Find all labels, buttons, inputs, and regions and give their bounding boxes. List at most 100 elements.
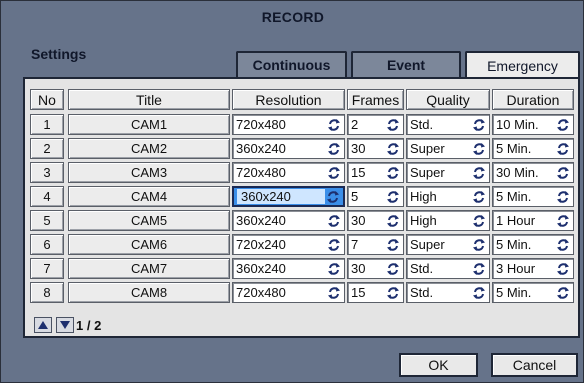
spin-cycle-icon[interactable]: [325, 189, 341, 205]
row-2-frames-field[interactable]: 30: [347, 138, 404, 159]
spin-cycle-icon[interactable]: [326, 237, 342, 253]
row-7-resolution-field[interactable]: 360x240: [232, 258, 345, 279]
row-8-duration-field[interactable]: 5 Min.: [492, 282, 574, 303]
tab-emergency-label: Emergency: [487, 57, 558, 74]
row-6-quality-field[interactable]: Super: [406, 234, 490, 255]
spin-cycle-icon[interactable]: [385, 117, 401, 133]
row-8-quality-field[interactable]: Std.: [406, 282, 490, 303]
row-7-title[interactable]: CAM7: [68, 258, 230, 279]
row-1-quality-field[interactable]: Std.: [406, 114, 490, 135]
row-5-duration-cell: 1 Hour: [496, 213, 555, 228]
row-4-title[interactable]: CAM4: [68, 186, 230, 207]
row-6-resolution-field[interactable]: 720x240: [232, 234, 345, 255]
spin-cycle-icon[interactable]: [326, 117, 342, 133]
spin-cycle-icon[interactable]: [385, 141, 401, 157]
spin-cycle-icon[interactable]: [555, 213, 571, 229]
row-4-duration-field[interactable]: 5 Min.: [492, 186, 574, 207]
row-7-frames-field[interactable]: 30: [347, 258, 404, 279]
spin-cycle-icon[interactable]: [555, 141, 571, 157]
spin-cycle-icon[interactable]: [326, 261, 342, 277]
ok-button[interactable]: OK: [399, 353, 478, 377]
row-7-quality-field[interactable]: Std.: [406, 258, 490, 279]
spin-cycle-icon[interactable]: [326, 213, 342, 229]
row-5-no: 5: [30, 210, 64, 231]
row-2-quality-field[interactable]: Super: [406, 138, 490, 159]
row-8-title[interactable]: CAM8: [68, 282, 230, 303]
row-1-title[interactable]: CAM1: [68, 114, 230, 135]
spin-cycle-icon[interactable]: [385, 285, 401, 301]
row-5-quality-field[interactable]: High: [406, 210, 490, 231]
row-2-duration-field[interactable]: 5 Min.: [492, 138, 574, 159]
row-3-resolution-field[interactable]: 720x480: [232, 162, 345, 183]
tab-event[interactable]: Event: [351, 51, 461, 77]
row-1-duration-field[interactable]: 10 Min.: [492, 114, 574, 135]
row-6-title[interactable]: CAM6: [68, 234, 230, 255]
row-8-no-text: 8: [43, 285, 51, 300]
spin-cycle-icon[interactable]: [471, 141, 487, 157]
row-2-title[interactable]: CAM2: [68, 138, 230, 159]
spin-cycle-icon[interactable]: [471, 213, 487, 229]
row-6-no: 6: [30, 234, 64, 255]
spin-cycle-icon[interactable]: [471, 117, 487, 133]
spin-cycle-icon[interactable]: [471, 285, 487, 301]
row-3-title[interactable]: CAM3: [68, 162, 230, 183]
row-8-frames-field[interactable]: 15: [347, 282, 404, 303]
row-7-no-text: 7: [43, 261, 51, 276]
row-6-duration-value: 5 Min.: [496, 237, 532, 252]
row-2-resolution-value: 360x240: [236, 141, 286, 156]
row-6-frames-field[interactable]: 7: [347, 234, 404, 255]
row-5-duration-field[interactable]: 1 Hour: [492, 210, 574, 231]
spin-cycle-icon[interactable]: [326, 141, 342, 157]
row-2-duration-cell: 5 Min.: [496, 141, 555, 156]
row-3-duration-field[interactable]: 30 Min.: [492, 162, 574, 183]
row-1-frames-field[interactable]: 2: [347, 114, 404, 135]
row-3-frames-field[interactable]: 15: [347, 162, 404, 183]
row-4-quality-field[interactable]: High: [406, 186, 490, 207]
spin-cycle-icon[interactable]: [326, 165, 342, 181]
row-2-frames-cell: 30: [351, 141, 385, 156]
column-header-duration: Duration: [492, 89, 574, 110]
row-8-duration-value: 5 Min.: [496, 285, 532, 300]
row-7-duration-field[interactable]: 3 Hour: [492, 258, 574, 279]
cancel-button[interactable]: Cancel: [491, 353, 578, 377]
row-4-frames-field[interactable]: 5: [347, 186, 404, 207]
spin-cycle-icon[interactable]: [471, 261, 487, 277]
spin-cycle-icon[interactable]: [385, 213, 401, 229]
row-5-resolution-field[interactable]: 360x240: [232, 210, 345, 231]
row-5-title[interactable]: CAM5: [68, 210, 230, 231]
spin-cycle-icon[interactable]: [555, 261, 571, 277]
row-5-frames-cell: 30: [351, 213, 385, 228]
row-2-resolution-field[interactable]: 360x240: [232, 138, 345, 159]
page-indicator: 1 / 2: [76, 318, 102, 333]
spin-cycle-icon[interactable]: [555, 285, 571, 301]
spin-cycle-icon[interactable]: [385, 165, 401, 181]
spin-cycle-icon[interactable]: [471, 165, 487, 181]
tab-continuous-label: Continuous: [252, 57, 331, 73]
row-6-frames-cell: 7: [351, 237, 385, 252]
row-1-resolution-field[interactable]: 720x480: [232, 114, 345, 135]
spin-cycle-icon[interactable]: [555, 189, 571, 205]
spin-cycle-icon[interactable]: [555, 117, 571, 133]
row-7-no: 7: [30, 258, 64, 279]
row-5-frames-field[interactable]: 30: [347, 210, 404, 231]
spin-cycle-icon[interactable]: [385, 237, 401, 253]
row-3-quality-field[interactable]: Super: [406, 162, 490, 183]
page-up-button[interactable]: [34, 317, 52, 333]
spin-cycle-icon[interactable]: [385, 261, 401, 277]
spin-cycle-icon[interactable]: [385, 189, 401, 205]
page-down-button[interactable]: [56, 317, 74, 333]
row-4-resolution-cell: 360x240: [237, 189, 325, 204]
row-6-duration-field[interactable]: 5 Min.: [492, 234, 574, 255]
row-8-resolution-field[interactable]: 720x480: [232, 282, 345, 303]
spin-cycle-icon[interactable]: [555, 165, 571, 181]
spin-cycle-icon[interactable]: [471, 237, 487, 253]
spin-cycle-icon[interactable]: [555, 237, 571, 253]
spin-cycle-icon[interactable]: [326, 285, 342, 301]
row-4-resolution-field[interactable]: 360x240: [232, 186, 345, 207]
row-4-frames-value: 5: [351, 189, 359, 204]
tab-emergency[interactable]: Emergency: [465, 51, 580, 78]
row-5-no-text: 5: [43, 213, 51, 228]
tab-continuous[interactable]: Continuous: [236, 51, 347, 77]
spin-cycle-icon[interactable]: [471, 189, 487, 205]
row-2-duration-value: 5 Min.: [496, 141, 532, 156]
